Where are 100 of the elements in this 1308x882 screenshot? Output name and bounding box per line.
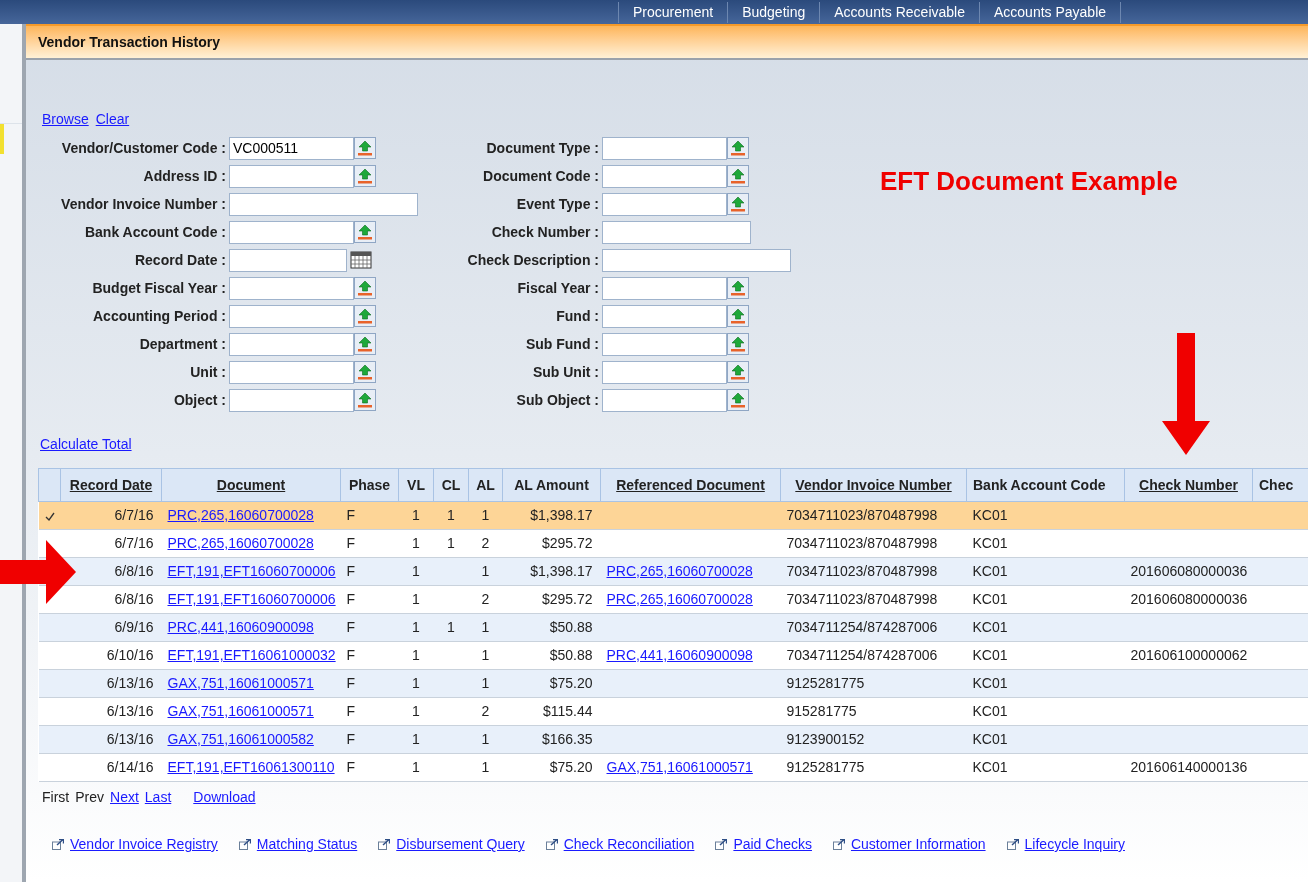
column-header: AL — [468, 468, 503, 502]
input-field[interactable] — [602, 332, 727, 356]
lookup-icon[interactable] — [354, 277, 376, 299]
lookup-icon[interactable] — [727, 193, 749, 215]
table-cell: 6/7/16 — [114, 535, 154, 551]
column-header[interactable]: Referenced Document — [600, 468, 781, 502]
document-link[interactable]: PRC,441,16060900098 — [167, 619, 314, 635]
input-field[interactable] — [602, 304, 727, 328]
document-link[interactable]: EFT,191,EFT16060700006 — [167, 563, 336, 579]
related-link[interactable]: Lifecycle Inquiry — [1024, 834, 1125, 855]
column-header[interactable]: Vendor Invoice Number — [780, 468, 967, 502]
lookup-icon[interactable] — [727, 277, 749, 299]
input-field[interactable] — [602, 192, 727, 216]
document-link[interactable]: PRC,441,16060900098 — [606, 647, 753, 663]
table-cell: 1 — [412, 703, 420, 719]
lookup-icon[interactable] — [354, 361, 376, 383]
lookup-icon[interactable] — [727, 333, 749, 355]
pager-link[interactable]: First — [42, 787, 70, 808]
table-cell: 6/13/16 — [106, 731, 154, 747]
table-row[interactable]: 6/13/16 GAX,751,16061000571 F 1 1 $75.20 9125281775 KC01 — [38, 669, 1308, 698]
document-link[interactable]: GAX,751,16061000582 — [167, 731, 314, 747]
related-link[interactable]: Matching Status — [256, 834, 358, 855]
lookup-icon[interactable] — [727, 165, 749, 187]
input-field[interactable]: VC000511 — [229, 136, 354, 160]
table-cell: $1,398.17 — [530, 507, 593, 523]
table-cell: 1 — [412, 563, 420, 579]
document-link[interactable]: GAX,751,16061000571 — [167, 703, 314, 719]
lookup-icon[interactable] — [354, 333, 376, 355]
table-row[interactable]: 6/8/16 EFT,191,EFT16060700006 F 1 2 $295.72 PRC,265,16060700028 7034711023/870487998 KC01 201606080000036 — [38, 585, 1308, 614]
input-field[interactable] — [229, 192, 418, 216]
document-link[interactable]: GAX,751,16061000571 — [606, 759, 753, 775]
table-row[interactable]: 6/13/16 GAX,751,16061000571 F 1 2 $115.44 915281775 KC01 — [38, 697, 1308, 726]
document-link[interactable]: GAX,751,16061000571 — [167, 675, 314, 691]
input-field[interactable] — [229, 248, 347, 272]
nav-tab[interactable]: Accounts Receivable — [819, 1, 979, 23]
down-arrow-icon — [1162, 333, 1210, 455]
lookup-icon[interactable] — [354, 305, 376, 327]
related-link[interactable]: Customer Information — [850, 834, 986, 855]
lookup-icon[interactable] — [727, 305, 749, 327]
field-label: Record Date : — [133, 250, 227, 270]
form-link[interactable]: Browse — [42, 108, 89, 130]
document-link[interactable]: EFT,191,EFT16060700006 — [167, 591, 336, 607]
table-cell: 7034711023/870487998 — [786, 535, 938, 551]
column-header[interactable]: Document — [161, 468, 341, 502]
table-row[interactable]: 6/10/16 EFT,191,EFT16061000032 F 1 1 $50.88 PRC,441,16060900098 7034711254/874287006 KC01 201606100000062 — [38, 641, 1308, 670]
external-link-icon — [1006, 839, 1019, 850]
input-field[interactable] — [229, 164, 354, 188]
input-field[interactable] — [602, 220, 751, 244]
document-link[interactable]: PRC,265,16060700028 — [167, 535, 314, 551]
related-link[interactable]: Vendor Invoice Registry — [70, 834, 218, 855]
input-field[interactable] — [602, 276, 727, 300]
pager-link[interactable]: Prev — [75, 787, 104, 808]
nav-tab[interactable]: Accounts Payable — [978, 1, 1122, 23]
table-cell: 1 — [412, 591, 420, 607]
input-field[interactable] — [602, 136, 727, 160]
nav-tab[interactable]: Procurement — [618, 1, 728, 23]
document-link[interactable]: PRC,265,16060700028 — [606, 591, 753, 607]
input-field[interactable] — [602, 388, 727, 412]
lookup-icon[interactable] — [354, 137, 376, 159]
document-link[interactable]: PRC,265,16060700028 — [606, 563, 753, 579]
table-cell: $115.44 — [542, 703, 593, 719]
download-link[interactable]: Download — [193, 787, 256, 808]
field-label: Fiscal Year : — [516, 278, 600, 298]
column-header[interactable]: Record Date — [60, 468, 162, 502]
field-label: Sub Object : — [515, 390, 600, 410]
input-field[interactable] — [229, 360, 354, 384]
form-link[interactable]: Clear — [95, 108, 130, 130]
lookup-icon[interactable] — [354, 389, 376, 411]
related-link[interactable]: Disbursement Query — [396, 834, 525, 855]
lookup-icon[interactable] — [354, 165, 376, 187]
table-row[interactable]: 6/13/16 GAX,751,16061000582 F 1 1 $166.35 9123900152 KC01 — [38, 725, 1308, 754]
lookup-icon[interactable] — [727, 361, 749, 383]
input-field[interactable] — [602, 248, 791, 272]
table-cell: 9125281775 — [786, 759, 865, 775]
nav-tab[interactable]: Budgeting — [727, 1, 820, 23]
pager-link[interactable]: Next — [110, 787, 139, 808]
related-link[interactable]: Check Reconciliation — [563, 834, 695, 855]
lookup-icon[interactable] — [354, 221, 376, 243]
table-row[interactable]: 6/7/16 PRC,265,16060700028 F 1 1 2 $295.72 7034711023/870487998 KC01 — [38, 529, 1308, 558]
document-link[interactable]: PRC,265,16060700028 — [167, 507, 314, 523]
table-cell: F — [346, 535, 356, 551]
input-field[interactable] — [602, 360, 727, 384]
input-field[interactable] — [229, 332, 354, 356]
document-link[interactable]: EFT,191,EFT16061000032 — [167, 647, 336, 663]
calculate-total-link[interactable]: Calculate Total — [40, 434, 132, 455]
table-row[interactable]: 6/14/16 EFT,191,EFT16061300110 F 1 1 $75.20 GAX,751,16061000571 9125281775 KC01 201606140000136 — [38, 753, 1308, 782]
input-field[interactable] — [229, 220, 354, 244]
table-cell: 6/7/16 — [114, 507, 154, 523]
lookup-icon[interactable] — [727, 137, 749, 159]
table-cell: 6/8/16 — [114, 591, 154, 607]
input-field[interactable] — [229, 388, 354, 412]
lookup-icon[interactable] — [727, 389, 749, 411]
input-field[interactable] — [602, 164, 727, 188]
related-link[interactable]: Paid Checks — [733, 834, 812, 855]
document-link[interactable]: EFT,191,EFT16061300110 — [167, 759, 335, 775]
input-field[interactable] — [229, 276, 354, 300]
pager-link[interactable]: Last — [144, 787, 172, 808]
column-header[interactable]: Check Number — [1124, 468, 1253, 502]
calendar-icon[interactable] — [350, 250, 372, 270]
input-field[interactable] — [229, 304, 354, 328]
